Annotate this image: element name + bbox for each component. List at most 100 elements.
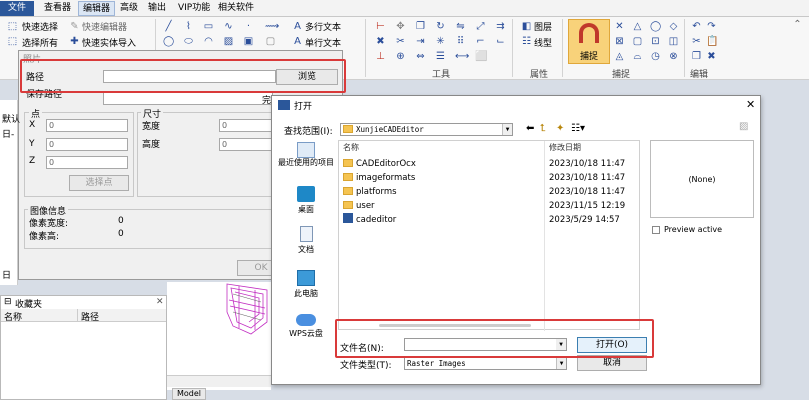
arc-icon[interactable]: ◠ [203, 36, 214, 47]
stext-button[interactable]: 单行文本 [305, 36, 341, 49]
area-icon[interactable]: ⬜ [475, 51, 487, 62]
place-documents[interactable]: 文档 [277, 226, 335, 255]
ellipse-icon[interactable]: ⬭ [183, 36, 194, 47]
menu-advanced[interactable]: 高级 [116, 1, 142, 16]
cut-icon[interactable]: ✂ [691, 36, 702, 47]
snap-parallel-icon[interactable]: ⊗ [668, 51, 679, 62]
favorites-close-icon[interactable]: ✕ [156, 297, 164, 307]
drawing-canvas[interactable] [167, 282, 271, 390]
path-field[interactable] [103, 70, 276, 83]
snap-center-icon[interactable]: ◯ [650, 21, 661, 32]
model-tab[interactable]: Model [172, 388, 207, 400]
view-menu-icon[interactable]: ☷▾ [571, 123, 585, 134]
curve-icon[interactable]: ∿ [223, 21, 234, 32]
col-name-header[interactable]: 名称 [343, 141, 359, 155]
preview-active-checkbox[interactable] [652, 226, 660, 234]
mtext-button[interactable]: 多行文本 [305, 20, 341, 33]
list-item[interactable]: CADEditorOcx 2023/10/18 11:47 [339, 157, 639, 171]
copy-icon[interactable]: ❐ [415, 21, 426, 32]
list-item[interactable]: user 2023/11/15 12:19 [339, 199, 639, 213]
snap-endpoint-icon[interactable]: ✕ [614, 21, 625, 32]
explode-icon[interactable]: ✳ [435, 36, 446, 47]
open-button[interactable]: 打开(O) [577, 337, 647, 353]
x-field[interactable]: 0 [46, 119, 128, 132]
mirror-icon[interactable]: ⇋ [455, 21, 466, 32]
list-item[interactable]: cadeditor 2023/5/29 14:57 [339, 213, 639, 227]
hatch-icon[interactable]: ▨ [223, 36, 234, 47]
offset-icon[interactable]: ⇉ [495, 21, 506, 32]
snap-tangent-icon[interactable]: ◬ [614, 51, 625, 62]
place-this-pc[interactable]: 此电脑 [277, 270, 335, 299]
horizontal-scrollbar[interactable] [379, 324, 531, 327]
menu-output[interactable]: 输出 [144, 1, 170, 16]
dim-icon[interactable]: ⊢ [375, 21, 386, 32]
fillet-icon[interactable]: ⌐ [475, 36, 486, 47]
join-icon[interactable]: ⊕ [395, 51, 406, 62]
menu-related[interactable]: 相关软件 [214, 1, 258, 16]
break-icon[interactable]: ⊥ [375, 51, 386, 62]
filename-input[interactable] [404, 338, 567, 351]
snap-insert-icon[interactable]: ◷ [650, 51, 661, 62]
capture-button[interactable]: 捕捉 [568, 19, 610, 64]
rotate-icon[interactable]: ↻ [435, 21, 446, 32]
place-desktop[interactable]: 桌面 [277, 186, 335, 215]
menu-vip[interactable]: VIP功能 [174, 1, 214, 16]
collapse-ribbon-icon[interactable]: ⌃ [792, 19, 803, 30]
extend-icon[interactable]: ⇥ [415, 36, 426, 47]
trim-icon[interactable]: ✂ [395, 36, 406, 47]
point-icon[interactable]: · [243, 21, 254, 32]
redo-icon[interactable]: ↷ [706, 21, 717, 32]
quick-select-button[interactable]: 快速选择 [22, 20, 58, 33]
snap-perpendicular-icon[interactable]: ⊡ [650, 36, 661, 47]
list-item[interactable]: imageformats 2023/10/18 11:47 [339, 171, 639, 185]
linetype-button[interactable]: 线型 [534, 36, 552, 49]
col-path-header[interactable]: 路径 [81, 310, 99, 323]
undo-icon[interactable]: ↶ [691, 21, 702, 32]
spline-icon[interactable]: ⟿ [265, 21, 279, 32]
stretch-icon[interactable]: ⇔ [415, 51, 426, 62]
panel-pin-icon[interactable]: ⊟ [4, 297, 12, 307]
snap-intersection-icon[interactable]: ⊠ [614, 36, 625, 47]
look-in-dropdown[interactable]: XunjieCADEditor ▼ [340, 123, 513, 136]
cancel-button[interactable]: 取消 [577, 355, 647, 371]
scale-icon[interactable]: ⤢ [475, 21, 486, 32]
copy-clip-icon[interactable]: ❐ [691, 51, 702, 62]
col-date-header[interactable]: 修改日期 [549, 141, 581, 155]
align-icon[interactable]: ☰ [435, 51, 446, 62]
canvas-scrollbar[interactable] [167, 375, 271, 387]
y-field[interactable]: 0 [46, 138, 128, 151]
snap-midpoint-icon[interactable]: △ [632, 21, 643, 32]
snap-node-icon[interactable]: ▢ [632, 36, 643, 47]
erase-icon[interactable]: ✖ [375, 36, 386, 47]
array-icon[interactable]: ⠿ [455, 36, 466, 47]
menu-file[interactable]: 文件 [0, 1, 34, 16]
paste-icon[interactable]: 📋 [706, 36, 718, 47]
back-icon[interactable]: ⬅ [526, 123, 534, 134]
line-icon[interactable]: ╱ [163, 21, 174, 32]
filetype-dropdown[interactable]: Raster Images ▼ [404, 357, 567, 370]
pick-point-button[interactable]: 选择点 [69, 175, 129, 191]
col-name-header[interactable]: 名称 [4, 310, 22, 323]
move-icon[interactable]: ✥ [395, 21, 406, 32]
snap-nearest-icon[interactable]: ◫ [668, 36, 679, 47]
rectangle-icon[interactable]: ▭ [203, 21, 214, 32]
menu-editor[interactable]: 编辑器 [78, 1, 116, 16]
measure-icon[interactable]: ⟷ [455, 51, 469, 62]
z-field[interactable]: 0 [46, 156, 128, 169]
place-recent[interactable]: 最近使用的项目 [277, 142, 335, 168]
up-folder-icon[interactable]: ⮤ [540, 123, 546, 134]
circle-icon[interactable]: ◯ [163, 36, 174, 47]
browse-button[interactable]: 浏览 [276, 69, 338, 85]
polyline-icon[interactable]: ⌇ [183, 21, 194, 32]
snap-extension-icon[interactable]: ⌓ [632, 51, 643, 62]
save-path-field[interactable] [103, 92, 273, 105]
layer-button[interactable]: 图层 [534, 20, 552, 33]
delete-icon[interactable]: ✖ [706, 51, 717, 62]
select-all-button[interactable]: 选择所有 [22, 36, 58, 49]
wipeout-icon[interactable]: ▢ [265, 36, 276, 47]
snap-quadrant-icon[interactable]: ◇ [668, 21, 679, 32]
list-item[interactable]: platforms 2023/10/18 11:47 [339, 185, 639, 199]
new-folder-icon[interactable]: ✦ [556, 123, 564, 134]
file-list[interactable]: 名称 修改日期 CADEditorOcx 2023/10/18 11:47 im… [338, 140, 640, 331]
dialog-close-icon[interactable]: ✕ [746, 98, 755, 111]
